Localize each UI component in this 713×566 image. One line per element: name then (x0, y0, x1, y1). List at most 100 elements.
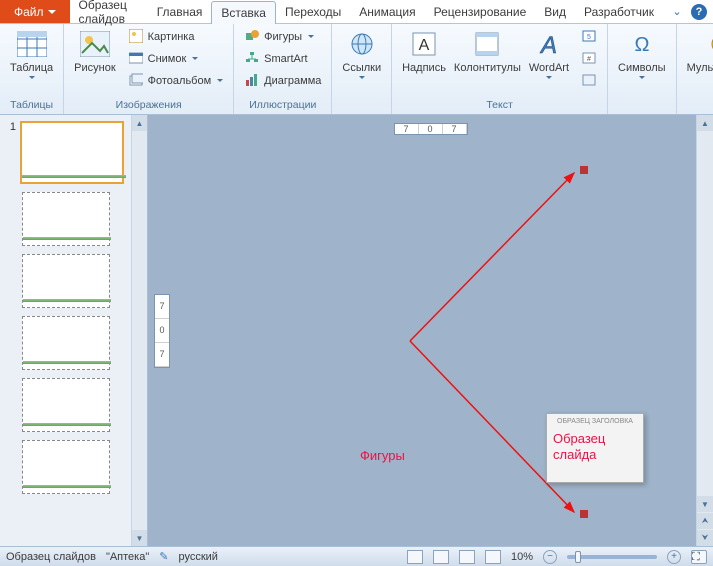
svg-text:A: A (419, 37, 430, 54)
object-icon (581, 72, 597, 88)
dropdown-icon (192, 57, 198, 60)
tab-strip: Файл Образец слайдов Главная Вставка Пер… (0, 0, 713, 24)
group-label-illustrations: Иллюстрации (240, 97, 325, 114)
group-illustrations: Фигуры SmartArt Диаграмма Иллюстрации (234, 24, 332, 114)
group-label-tables: Таблицы (6, 97, 57, 114)
slide-master-sample[interactable]: ОБРАЗЕЦ ЗАГОЛОВКА Образец слайда (546, 413, 644, 483)
group-label-images: Изображения (70, 97, 227, 114)
shapes-icon (244, 28, 260, 44)
chart-button[interactable]: Диаграмма (240, 70, 325, 90)
fit-window-button[interactable]: ⛶ (691, 550, 707, 564)
tab-transitions[interactable]: Переходы (276, 0, 350, 23)
editor-vertical-scrollbar[interactable]: ▲▼ ⮝ ⮟ (696, 115, 713, 546)
sample-title: Образец слайда (547, 431, 643, 462)
svg-text:5: 5 (587, 34, 591, 41)
group-links: Ссылки (332, 24, 392, 114)
clipart-icon (128, 28, 144, 44)
tab-animations[interactable]: Анимация (350, 0, 424, 23)
links-icon (346, 28, 378, 60)
svg-text:A: A (539, 32, 557, 57)
view-slideshow-button[interactable] (485, 550, 501, 564)
tab-review[interactable]: Рецензирование (425, 0, 536, 23)
tab-developer[interactable]: Разработчик (575, 0, 663, 23)
table-button[interactable]: Таблица (6, 26, 57, 81)
view-sorter-button[interactable] (433, 550, 449, 564)
prev-slide-button[interactable]: ⮝ (697, 513, 713, 529)
zoom-slider[interactable] (567, 555, 657, 559)
slide-number: 1 (4, 121, 16, 133)
status-bar: Образец слайдов "Аптека" ✎ русский 10% −… (0, 546, 713, 566)
zoom-in-button[interactable]: + (667, 550, 681, 564)
status-language[interactable]: русский (178, 551, 217, 563)
screenshot-icon (128, 50, 144, 66)
tab-insert[interactable]: Вставка (211, 1, 276, 24)
textbox-button[interactable]: A Надпись (398, 26, 450, 76)
links-button[interactable]: Ссылки (338, 26, 385, 81)
dropdown-icon (29, 76, 35, 79)
symbols-button[interactable]: Ω Символы (614, 26, 670, 81)
status-theme: "Аптека" (106, 551, 149, 563)
smartart-icon (244, 50, 260, 66)
photoalbum-button[interactable]: Фотоальбом (124, 70, 228, 90)
object-button[interactable] (577, 70, 601, 90)
group-tables: Таблица Таблицы (0, 24, 64, 114)
media-icon (705, 28, 713, 60)
layout-thumbnail[interactable] (22, 316, 110, 370)
workspace: 1 ▲▼ 7 0 7 7 0 7 Фигуры (0, 115, 713, 546)
group-text: A Надпись Колонтитулы A WordArt 5 # Текс… (392, 24, 608, 114)
tab-home[interactable]: Главная (148, 0, 212, 23)
datetime-button[interactable]: 5 (577, 26, 601, 46)
picture-button[interactable]: Рисунок (70, 26, 120, 76)
dropdown-icon (217, 79, 223, 82)
layout-thumbnail[interactable] (22, 254, 110, 308)
file-tab[interactable]: Файл (0, 0, 70, 23)
dropdown-icon (546, 76, 552, 79)
group-media: Мультимедиа (677, 24, 713, 114)
screenshot-button[interactable]: Снимок (124, 48, 228, 68)
group-label-text: Текст (398, 97, 601, 114)
smartart-button[interactable]: SmartArt (240, 48, 325, 68)
table-icon (16, 28, 48, 60)
file-tab-label: Файл (14, 5, 44, 19)
master-thumbnail[interactable] (20, 121, 124, 184)
tab-slide-master[interactable]: Образец слайдов (70, 0, 148, 23)
view-reading-button[interactable] (459, 550, 475, 564)
minimize-ribbon-button[interactable]: ⌄ (669, 4, 685, 20)
slide-editor[interactable]: 7 0 7 7 0 7 Фигуры ОБРАЗЕЦ ЗАГОЛОВКА Обр… (148, 115, 713, 546)
thumbnail-scrollbar[interactable]: ▲▼ (131, 115, 147, 546)
dropdown-icon (359, 76, 365, 79)
datetime-icon: 5 (581, 28, 597, 44)
zoom-level[interactable]: 10% (511, 551, 533, 563)
status-mode: Образец слайдов (6, 551, 96, 563)
group-images: Рисунок Картинка Снимок Фотоальбом (64, 24, 234, 114)
annotation-label: Фигуры (360, 448, 405, 463)
layout-thumbnail[interactable] (22, 378, 110, 432)
wordart-button[interactable]: A WordArt (525, 26, 573, 81)
thumbnail-panel: 1 ▲▼ (0, 115, 148, 546)
help-button[interactable]: ? (691, 4, 707, 20)
spellcheck-icon[interactable]: ✎ (159, 550, 168, 563)
svg-text:Ω: Ω (634, 34, 649, 56)
photoalbum-icon (128, 72, 144, 88)
dropdown-icon (639, 76, 645, 79)
headerfooter-icon (471, 28, 503, 60)
media-button[interactable]: Мультимедиа (683, 26, 713, 81)
shape-marker[interactable] (580, 510, 588, 518)
tab-view[interactable]: Вид (535, 0, 575, 23)
slidenumber-button[interactable]: # (577, 48, 601, 68)
view-normal-button[interactable] (407, 550, 423, 564)
picture-icon (79, 28, 111, 60)
zoom-out-button[interactable]: − (543, 550, 557, 564)
sample-header: ОБРАЗЕЦ ЗАГОЛОВКА (547, 418, 643, 425)
shape-marker[interactable] (580, 166, 588, 174)
layout-thumbnail[interactable] (22, 440, 110, 494)
textbox-icon: A (408, 28, 440, 60)
clipart-button[interactable]: Картинка (124, 26, 228, 46)
next-slide-button[interactable]: ⮟ (697, 530, 713, 546)
headerfooter-button[interactable]: Колонтитулы (450, 26, 525, 76)
group-symbols: Ω Символы (608, 24, 677, 114)
layout-thumbnail[interactable] (22, 192, 110, 246)
horizontal-ruler: 7 0 7 (394, 123, 468, 135)
shapes-button[interactable]: Фигуры (240, 26, 325, 46)
slidenumber-icon: # (581, 50, 597, 66)
